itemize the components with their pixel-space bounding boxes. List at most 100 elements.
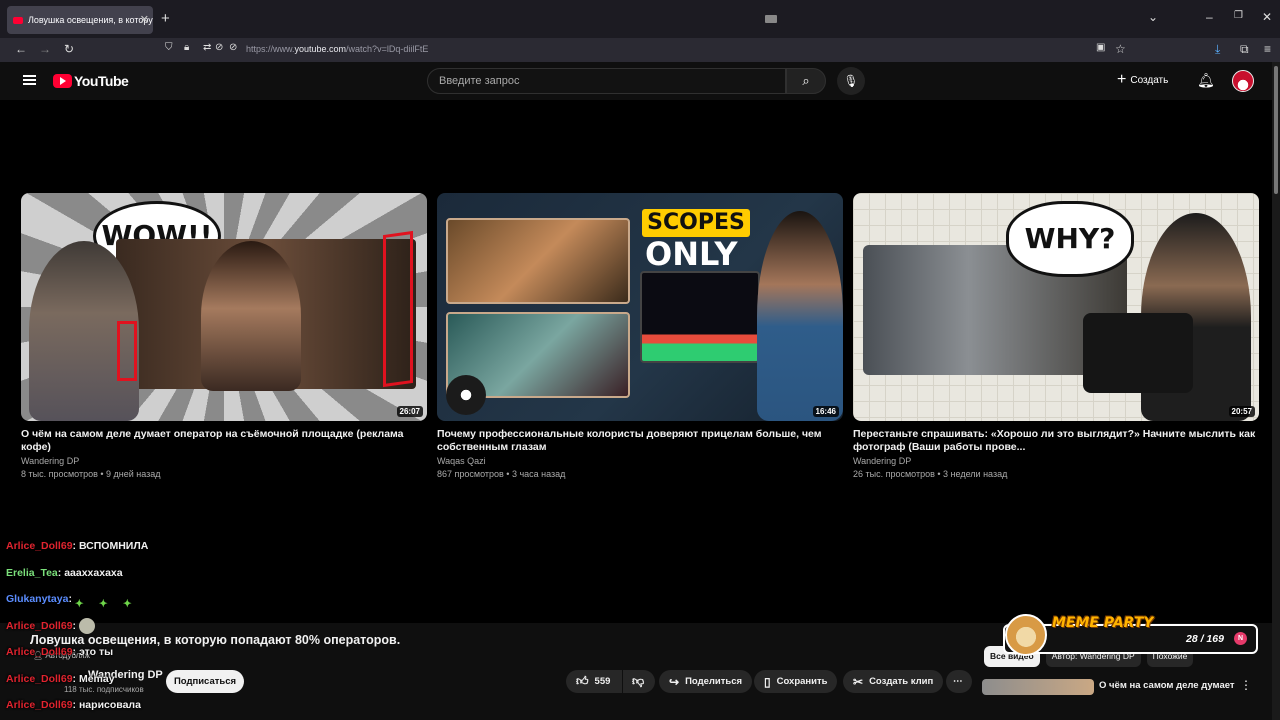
minimize-icon[interactable]: – [1206, 10, 1213, 24]
chat-nick: Arlice_Doll69 [6, 672, 73, 685]
thumb-red-doodle [117, 321, 137, 381]
upnext-title[interactable]: О чём на самом деле думает [1099, 680, 1235, 691]
youtube-header: YouTube Введите запрос ⌕ 🎙︎ + Создать 🔔︎ [0, 62, 1272, 100]
face-emote-icon [78, 617, 95, 634]
permissions-icon[interactable]: ⇄ [203, 42, 211, 53]
video-channel[interactable]: Wandering DP [21, 456, 427, 466]
browser-tab-bar: Ловушка освещения, в которую ✕ + ⌄ – ❐ ✕ [0, 0, 1280, 38]
video-thumbnail[interactable]: WOW!! 26:07 [21, 193, 427, 421]
clip-label: Создать клип [869, 676, 934, 687]
chat-text: ВСПОМНИЛА [78, 540, 149, 552]
browser-tab[interactable]: Ловушка освещения, в которую ✕ [7, 6, 153, 34]
more-horizontal-icon: ⋯ [953, 676, 963, 687]
video-card[interactable]: SCOPES ONLY 16:46 Почему профессиональны… [437, 193, 843, 479]
notifications-bell-icon[interactable]: 🔔︎ [1197, 72, 1215, 89]
video-thumbnail[interactable]: WHY? 20:57 [853, 193, 1259, 421]
downloads-icon[interactable]: ⤓ [1215, 42, 1220, 57]
thumb-scopes-label: SCOPES [642, 209, 750, 237]
like-button[interactable]: 👍︎ 559 [566, 670, 622, 693]
extensions-icon[interactable]: ⧉ [1240, 42, 1249, 57]
video-card[interactable]: WHY? 20:57 Перестаньте спрашивать: «Хоро… [853, 193, 1259, 479]
chat-text: Memay [78, 672, 115, 685]
video-title[interactable]: Почему профессиональные колористы доверя… [437, 428, 843, 454]
video-meta: 8 тыс. просмотров • 9 дней назад [21, 469, 161, 479]
new-tab-icon[interactable]: + [161, 10, 170, 27]
shield-icon[interactable]: ⛉ [165, 42, 173, 53]
youtube-favicon-icon [13, 16, 23, 24]
bookmark-icon: ▯ [764, 674, 771, 689]
video-channel[interactable]: Wandering DP [853, 456, 1259, 466]
stream-chat-overlay: Arlice_Doll69: ВСПОМНИЛА Erelia_Tea: ааа… [6, 533, 148, 719]
more-vertical-icon[interactable]: ⋮ [1240, 678, 1252, 692]
bookmark-star-icon[interactable]: ☆ [1115, 42, 1126, 56]
plus-icon: + [1117, 71, 1127, 88]
video-duration: 20:57 [1228, 406, 1255, 417]
chat-nick: Glukanytaya [6, 593, 69, 605]
thumb-cinema-camera [1083, 313, 1193, 393]
url-prefix: https://www. [246, 44, 295, 54]
meme-party-badge-icon: N [1234, 632, 1247, 645]
video-meta: 26 тыс. просмотров • 3 недели назад [853, 469, 1008, 479]
chat-message: Glukanytaya: ✦ ✦ ✦ [6, 586, 148, 613]
chat-nick: Arlice_Doll69 [6, 646, 73, 658]
share-button[interactable]: ↪ Поделиться [659, 670, 753, 693]
scrollbar-thumb[interactable] [1274, 66, 1278, 194]
reader-view-icon[interactable]: ▣ [1096, 42, 1105, 53]
forward-icon[interactable]: → [39, 42, 51, 56]
mic-blocked-icon[interactable]: ⊘ [229, 42, 237, 53]
maximize-icon[interactable]: ❐ [1234, 10, 1243, 21]
thumbs-down-icon: 👎︎ [632, 674, 645, 688]
thumb-frame-warm [446, 218, 630, 304]
subscribe-button[interactable]: Подписаться [166, 670, 244, 693]
video-title[interactable]: Перестаньте спрашивать: «Хорошо ли это в… [853, 428, 1259, 454]
voice-search-button[interactable]: 🎙︎ [837, 67, 865, 95]
save-label: Сохранить [776, 676, 828, 687]
like-count: 559 [594, 676, 611, 687]
chat-nick: Erelia_Tea [6, 566, 58, 579]
menu-icon[interactable]: ≡ [1264, 42, 1271, 56]
dislike-button[interactable]: 👎︎ [623, 670, 655, 693]
back-icon[interactable]: ← [15, 42, 27, 56]
browser-nav-bar: ← → ↻ ⛉ 🔒︎ ⇄ ⊘ ⊘ https://www.youtube.com… [0, 38, 1280, 62]
upnext-thumbnail[interactable] [982, 679, 1094, 695]
youtube-logo[interactable]: YouTube [53, 73, 129, 89]
video-card[interactable]: WOW!! 26:07 О чём на самом деле думает о… [21, 193, 427, 479]
meme-party-counter: 28 / 169 [1186, 633, 1224, 645]
thumb-person [757, 211, 843, 421]
save-button[interactable]: ▯ Сохранить [754, 670, 838, 693]
create-clip-button[interactable]: ✂ Создать клип [843, 670, 944, 693]
chat-text: это ты [78, 646, 114, 658]
dancing-alien-emote-icon: ✦ [74, 598, 84, 611]
hamburger-menu-icon[interactable] [23, 75, 36, 85]
search-input[interactable]: Введите запрос [427, 68, 786, 94]
more-actions-button[interactable]: ⋯ [946, 670, 972, 693]
dancing-alien-emote-icon: ✦ [98, 598, 108, 611]
keyboard-icon[interactable] [765, 15, 777, 23]
camera-blocked-icon[interactable]: ⊘ [215, 42, 223, 53]
lock-icon[interactable]: 🔒︎ [184, 42, 189, 53]
tab-list-chevron-icon[interactable]: ⌄ [1148, 10, 1158, 24]
doge-avatar-icon [1005, 614, 1047, 656]
search-icon: ⌕ [802, 73, 810, 88]
thumb-only-label: ONLY [645, 235, 738, 273]
video-thumbnail[interactable]: SCOPES ONLY 16:46 [437, 193, 843, 421]
window-close-icon[interactable]: ✕ [1262, 10, 1272, 24]
dancing-alien-emote-icon: ✦ [122, 598, 132, 611]
tab-title: Ловушка освещения, в которую [28, 15, 153, 25]
video-meta: 867 просмотров • 3 часа назад [437, 469, 566, 479]
video-channel[interactable]: Waqas Qazi [437, 456, 843, 466]
reload-icon[interactable]: ↻ [64, 42, 74, 56]
create-button[interactable]: + Создать [1117, 72, 1168, 88]
chat-nick: Arlice_Doll69 [6, 699, 73, 711]
scissors-icon: ✂ [853, 674, 864, 689]
chat-message: Arlice_Doll69: ВСПОМНИЛА [6, 540, 149, 552]
logo-text: YouTube [74, 73, 129, 89]
thumbs-up-icon: 👍︎ [576, 674, 589, 688]
address-bar[interactable]: https://www.youtube.com/watch?v=lDq-diil… [246, 44, 428, 54]
video-title[interactable]: О чём на самом деле думает оператор на с… [21, 428, 427, 454]
tab-close-icon[interactable]: ✕ [140, 13, 149, 26]
search-button[interactable]: ⌕ [786, 68, 826, 94]
url-host: youtube.com [294, 44, 347, 54]
account-avatar[interactable] [1232, 70, 1254, 92]
chat-message: Erelia_Tea: аааххахаха [6, 566, 123, 579]
